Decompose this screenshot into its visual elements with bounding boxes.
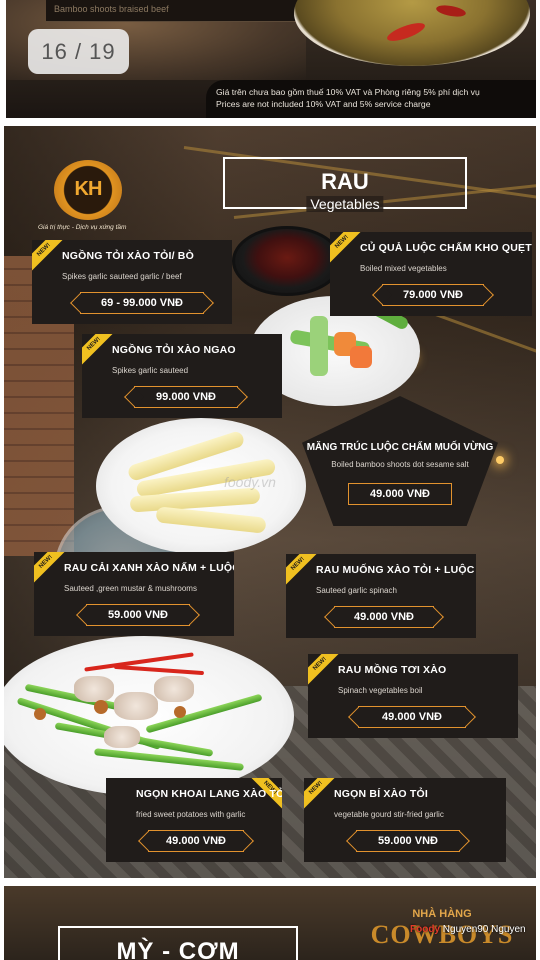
tagline: Giá trị thực - Dịch vụ xứng tầm xyxy=(38,224,127,231)
menu-item-card: NEW! NGỌN KHOAI LANG XÀO TỎI fried sweet… xyxy=(106,778,282,862)
chili-garnish xyxy=(385,19,427,45)
next-menu-page: MỲ - CƠM NHÀ HÀNG COWBOYS xyxy=(4,886,536,960)
dipping-sauce-bowl xyxy=(232,226,342,296)
page-counter: 16 / 19 xyxy=(28,29,129,74)
photo-credit: Foody Nguyen90 Nguyen xyxy=(410,924,526,935)
menu-item-card-featured: MĂNG TRÚC LUỘC CHẤM MUỐI VỪNG Boiled bam… xyxy=(302,396,498,526)
menu-item-price: 49.000 VNĐ xyxy=(348,483,452,505)
menu-item-name: NGỒNG TỎI XÀO TỎI/ BÒ xyxy=(62,250,194,262)
foody-watermark: foody.vn xyxy=(224,474,276,490)
menu-item-card: NEW! NGỌN BÍ XÀO TỎI vegetable gourd sti… xyxy=(304,778,506,862)
chili-garnish xyxy=(435,3,467,19)
pendant-light xyxy=(496,456,504,464)
section-title-en: Vegetables xyxy=(306,196,384,212)
menu-item-price: 49.000 VNĐ xyxy=(334,606,434,628)
brand-small: NHÀ HÀNG xyxy=(412,908,472,920)
menu-item-desc: Spikes garlic sauteed xyxy=(112,366,189,375)
stir-fry-plate xyxy=(4,636,294,796)
menu-item-price: 49.000 VNĐ xyxy=(358,706,466,728)
menu-item-card: NEW! NGỒNG TỎI XÀO NGAO Spikes garlic sa… xyxy=(82,334,282,418)
menu-item-card: NEW! RAU CẢI XANH XÀO NẤM + LUỘC Sauteed… xyxy=(34,552,234,636)
menu-item-desc: Boiled bamboo shoots dot sesame salt xyxy=(331,460,469,469)
menu-item-price: 59.000 VNĐ xyxy=(356,830,460,852)
menu-item-price: 69 - 99.000 VNĐ xyxy=(80,292,204,314)
tax-notice-en: Prices are not included 10% VAT and 5% s… xyxy=(216,99,431,109)
soup-bowl-photo xyxy=(294,0,530,66)
menu-item-card: NEW! RAU MUỐNG XÀO TỎI + LUỘC Sauteed ga… xyxy=(286,554,476,638)
menu-item-name: NGỒNG TỎI XÀO NGAO xyxy=(112,344,236,356)
menu-item-price: 99.000 VNĐ xyxy=(134,386,238,408)
menu-item-name: NGỌN KHOAI LANG XÀO TỎI xyxy=(136,788,282,800)
credit-user: Nguyen90 Nguyen xyxy=(442,924,526,935)
menu-item-name: NGỌN BÍ XÀO TỎI xyxy=(334,788,429,800)
next-section-title: MỲ - CƠM xyxy=(116,938,240,960)
tax-notice: Giá trên chưa bao gồm thuế 10% VAT và Ph… xyxy=(206,80,536,118)
menu-item-name: RAU MUỐNG XÀO TỎI + LUỘC xyxy=(316,564,475,576)
menu-item-desc: Spinach vegetables boil xyxy=(338,686,423,695)
menu-item-name: RAU CẢI XANH XÀO NẤM + LUỘC xyxy=(64,562,234,574)
next-section-title-box: MỲ - CƠM xyxy=(58,926,298,960)
section-title-vi: RAU xyxy=(321,169,369,194)
menu-item-name: CỦ QUẢ LUỘC CHẤM KHO QUẸT xyxy=(360,242,532,254)
vegetables-menu-page: KH Giá trị thực - Dịch vụ xứng tầm RAU V… xyxy=(4,126,536,878)
menu-item-card: NEW! NGỒNG TỎI XÀO TỎI/ BÒ Spikes garlic… xyxy=(32,240,232,324)
logo-mark: KH xyxy=(74,178,103,200)
prev-item-text: Bamboo shoots braised beef xyxy=(54,4,169,14)
menu-item-price: 79.000 VNĐ xyxy=(382,284,484,306)
menu-item-card: NEW! RAU MỒNG TƠI XÀO Spinach vegetables… xyxy=(308,654,518,738)
restaurant-logo: KH xyxy=(50,160,126,224)
prev-item-band: Bamboo shoots braised beef xyxy=(46,0,306,22)
menu-item-desc: Boiled mixed vegetables xyxy=(360,264,447,273)
menu-item-name: MĂNG TRÚC LUỘC CHẤM MUỐI VỪNG xyxy=(306,442,494,453)
menu-item-desc: Spikes garlic sauteed garlic / beef xyxy=(62,272,182,281)
menu-item-price: 59.000 VNĐ xyxy=(86,604,190,626)
menu-item-desc: Sauteed garlic spinach xyxy=(316,586,397,595)
menu-item-desc: fried sweet potatoes with garlic xyxy=(136,810,246,819)
menu-item-desc: Sauteed ,green mustar & mushrooms xyxy=(64,584,197,593)
menu-item-card: NEW! CỦ QUẢ LUỘC CHẤM KHO QUẸT Boiled mi… xyxy=(330,232,532,316)
tax-notice-vi: Giá trên chưa bao gồm thuế 10% VAT và Ph… xyxy=(216,87,480,97)
menu-item-desc: vegetable gourd stir-fried garlic xyxy=(334,810,444,819)
credit-brand: Foody xyxy=(410,924,440,935)
menu-item-price: 49.000 VNĐ xyxy=(148,830,244,852)
menu-item-name: RAU MỒNG TƠI XÀO xyxy=(338,664,447,676)
